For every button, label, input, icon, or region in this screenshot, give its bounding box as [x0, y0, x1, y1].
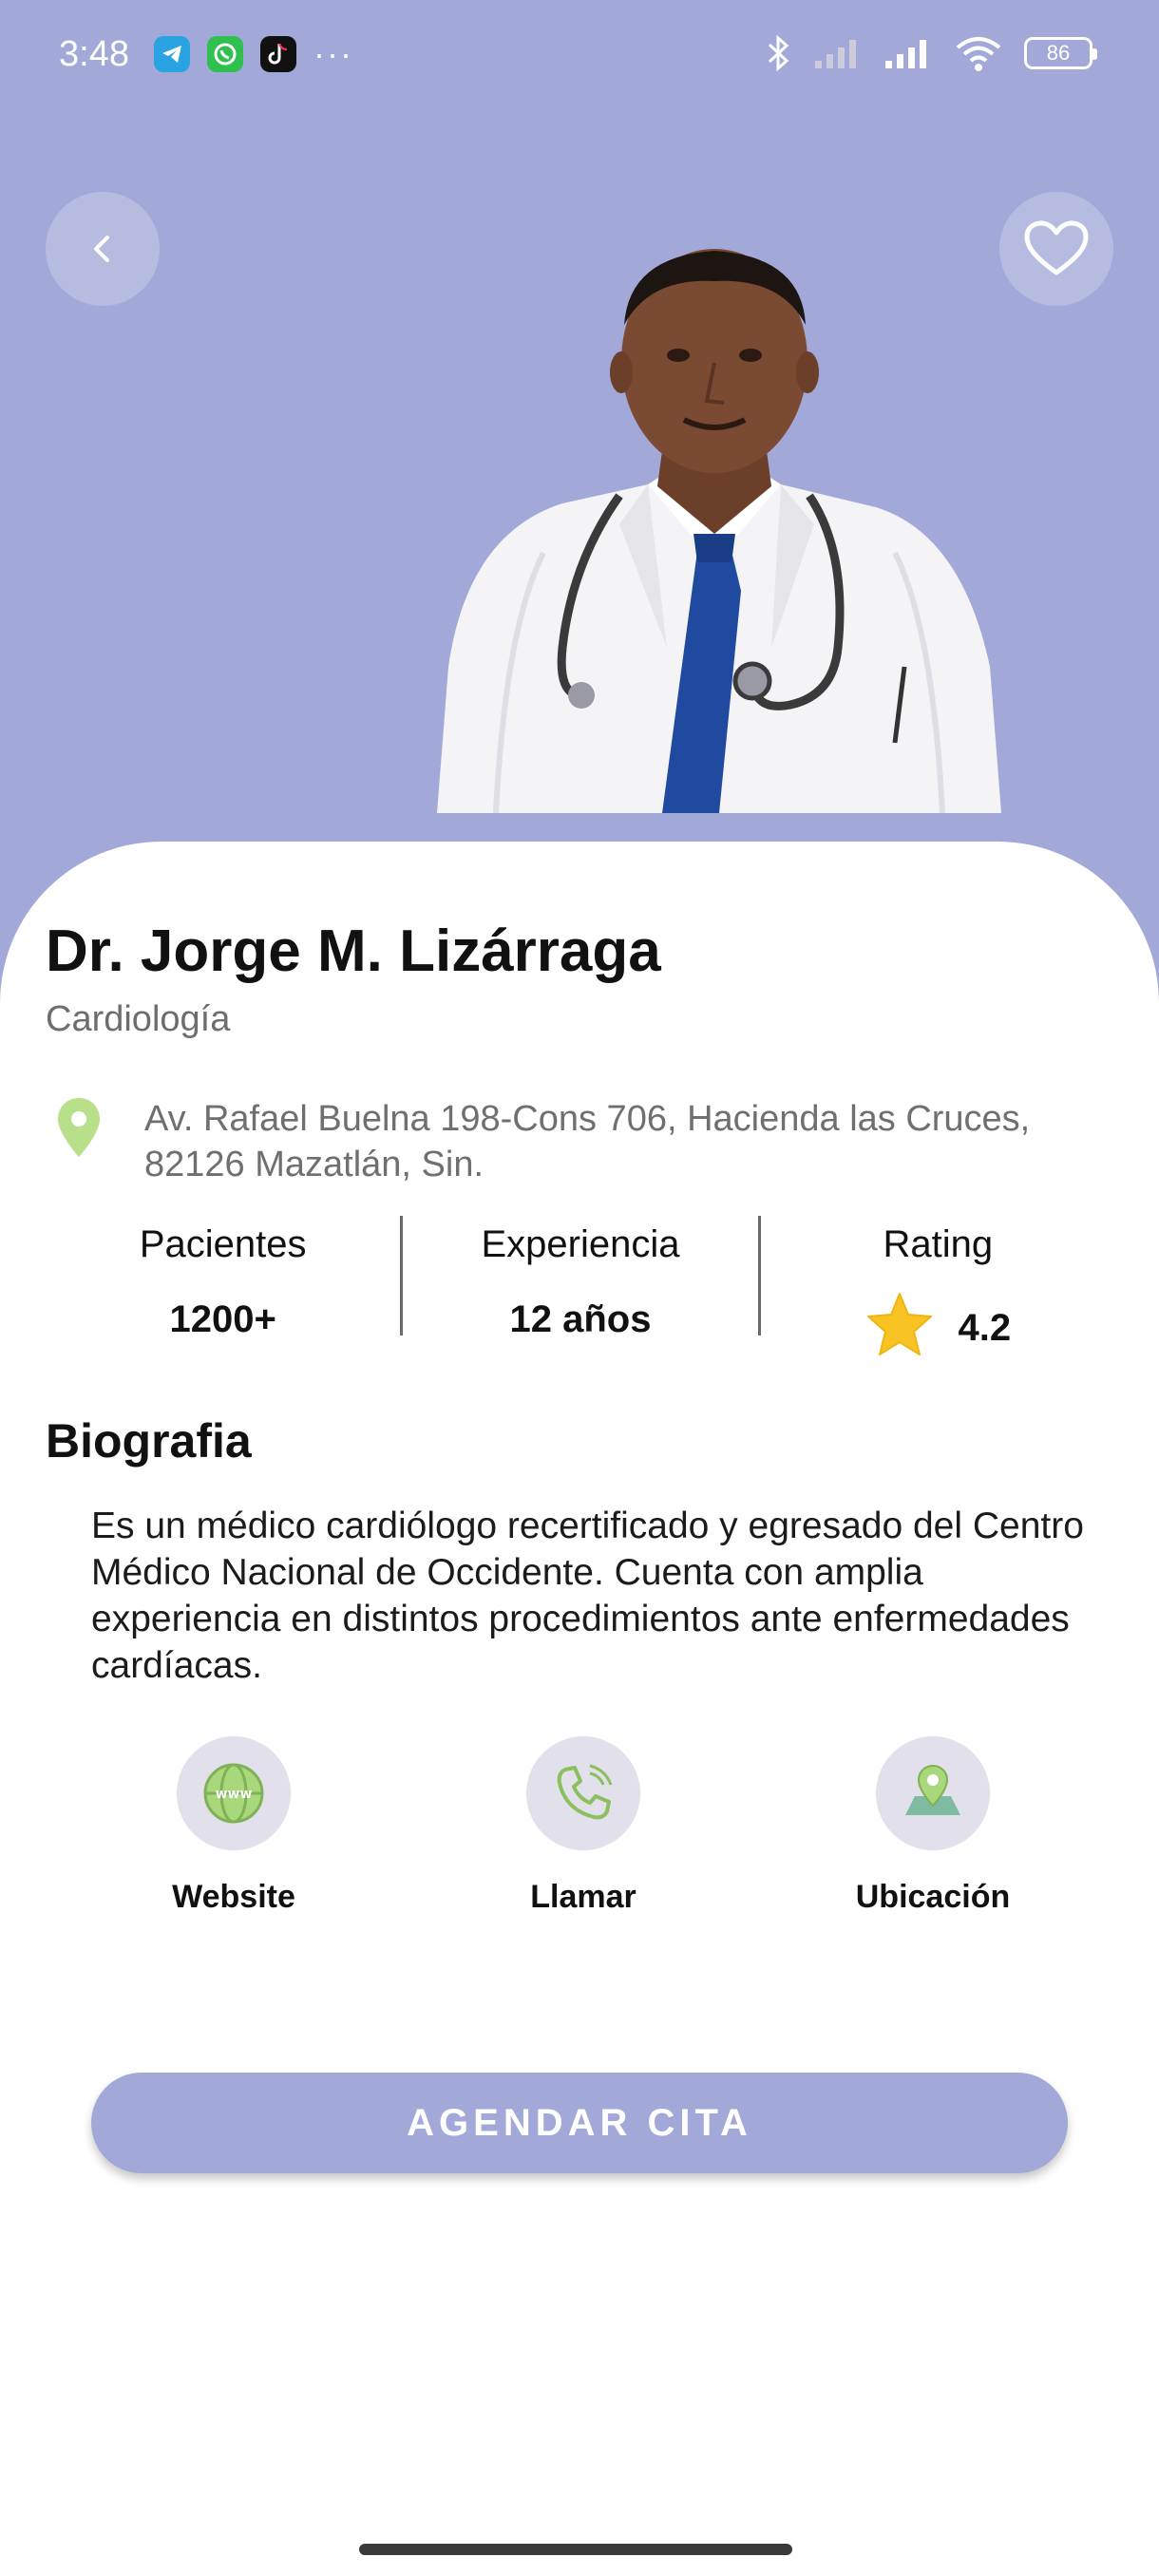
battery-level: 86 — [1046, 41, 1071, 65]
stat-experience: Experiencia 12 años — [403, 1216, 757, 1341]
back-button[interactable] — [46, 192, 160, 306]
status-time: 3:48 — [59, 34, 129, 74]
location-button[interactable] — [876, 1736, 990, 1850]
schedule-appointment-button[interactable]: AGENDAR CITA — [91, 2073, 1068, 2173]
status-indicators: 86 — [764, 34, 1097, 72]
battery-icon: 86 — [1024, 37, 1097, 69]
location-pin-icon — [58, 1098, 100, 1157]
stat-label: Pacientes — [139, 1223, 307, 1265]
contact-actions: www Website Llamar Ubicación — [91, 1736, 1075, 1916]
stat-rating: Rating 4.2 — [761, 1216, 1115, 1355]
stat-value: 12 años — [510, 1298, 652, 1341]
stat-patients: Pacientes 1200+ — [46, 1216, 400, 1341]
call-button[interactable] — [526, 1736, 640, 1850]
biography-title: Biografia — [46, 1414, 252, 1468]
doctor-address: Av. Rafael Buelna 198-Cons 706, Hacienda… — [144, 1099, 1031, 1184]
tiktok-icon — [260, 36, 296, 72]
more-notifications-icon: ··· — [314, 34, 353, 73]
address-row[interactable]: Av. Rafael Buelna 198-Cons 706, Hacienda… — [55, 1096, 1119, 1187]
website-action[interactable]: www Website — [91, 1736, 376, 1916]
doctor-name: Dr. Jorge M. Lizárraga — [46, 919, 661, 984]
heart-icon — [1024, 220, 1089, 275]
favorite-button[interactable] — [999, 192, 1113, 306]
telegram-icon — [154, 36, 190, 72]
biography-text: Es un médico cardiólogo recertificado y … — [91, 1506, 1084, 1686]
doctor-specialty: Cardiología — [46, 999, 231, 1039]
phone-icon — [557, 1764, 613, 1820]
home-indicator[interactable] — [359, 2544, 792, 2555]
stats-row: Pacientes 1200+ Experiencia 12 años Rati… — [46, 1216, 1115, 1355]
call-action[interactable]: Llamar — [441, 1736, 726, 1916]
map-pin-icon — [905, 1764, 960, 1815]
stat-label: Rating — [883, 1223, 994, 1265]
call-label: Llamar — [530, 1879, 636, 1915]
status-bar: 3:48 ··· 86 — [0, 0, 1159, 114]
patients-value: 1200+ — [169, 1298, 276, 1340]
wifi-icon — [956, 37, 1001, 71]
stat-value: 4.2 — [865, 1293, 1012, 1357]
bluetooth-icon — [768, 34, 789, 72]
rating-value: 4.2 — [958, 1306, 1012, 1349]
signal-icon-1 — [815, 40, 856, 68]
doctor-photo — [437, 249, 1001, 813]
status-app-icons: ··· — [154, 36, 353, 72]
stat-value: 1200+ — [169, 1298, 276, 1341]
website-button[interactable]: www — [177, 1736, 291, 1850]
star-icon — [866, 1293, 932, 1355]
whatsapp-icon — [207, 36, 243, 72]
website-label: Website — [172, 1879, 295, 1915]
svg-text:www: www — [216, 1787, 253, 1802]
globe-www-icon: www — [203, 1763, 264, 1824]
signal-icon-2 — [885, 40, 926, 68]
stat-label: Experiencia — [481, 1223, 680, 1265]
chevron-left-icon — [94, 236, 109, 262]
location-label: Ubicación — [855, 1879, 1011, 1915]
experience-value: 12 años — [509, 1298, 652, 1340]
location-action[interactable]: Ubicación — [790, 1736, 1075, 1916]
